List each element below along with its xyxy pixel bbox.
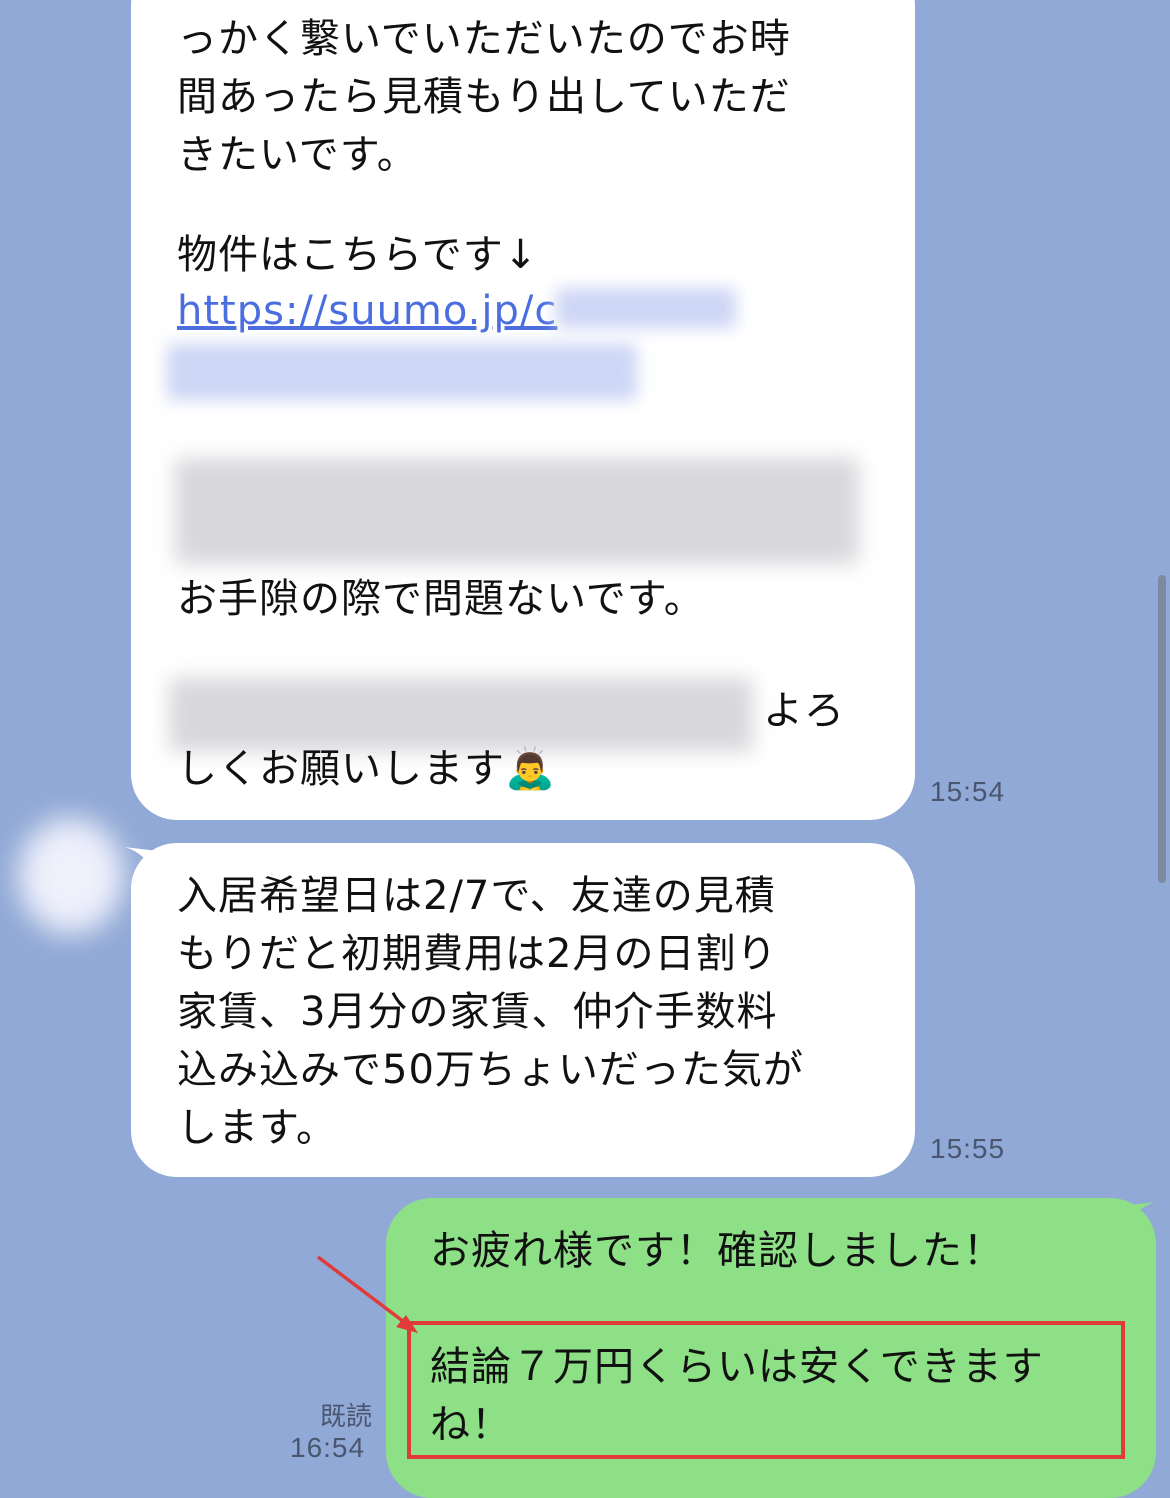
message-text-line: よろ (763, 688, 845, 734)
message-timestamp: 15:54 (930, 776, 1006, 807)
scrollbar[interactable] (1158, 575, 1166, 883)
sender-avatar[interactable] (18, 818, 124, 934)
message-text-line: 物件はこちらです↓ (177, 232, 539, 278)
message-text-line: 入居希望日は2/7で、友達の見積 (177, 873, 776, 919)
annotation-highlight-box (407, 1321, 1125, 1459)
message-text-line: っかく繋いでいただいたのでお時 (177, 16, 791, 62)
message-text-line: もりだと初期費用は2月の日割り (177, 931, 778, 977)
message-text-line: 込み込みで50万ちょいだった気が (177, 1047, 804, 1093)
redacted-link (167, 344, 637, 400)
message-timestamp: 16:54 (290, 1432, 366, 1463)
incoming-message-bubble: 入居希望日は2/7で、友達の見積 もりだと初期費用は2月の日割り 家賃、3月分の… (131, 843, 915, 1177)
redacted-link (556, 288, 736, 328)
message-text-line: お疲れ様です！確認しました！ (430, 1228, 1004, 1274)
message-text-line: きたいです。 (177, 132, 418, 178)
property-link[interactable]: https://suumo.jp/c (177, 282, 557, 340)
message-text-line: 間あったら見積もり出していただ (177, 74, 791, 120)
message-text-line: 家賃、3月分の家賃、仲介手数料 (177, 989, 778, 1035)
redacted-text-block (175, 458, 859, 564)
annotation-arrow-icon (316, 1255, 418, 1333)
message-timestamp: 15:55 (930, 1133, 1006, 1164)
message-text-line: しくお願いします🙇‍♂️ (177, 746, 556, 792)
incoming-message-bubble: っかく繋いでいただいたのでお時 間あったら見積もり出していただ きたいです。 物… (131, 0, 915, 820)
message-text-line: お手隙の際で問題ないです。 (177, 576, 705, 622)
message-text-line: します。 (177, 1105, 337, 1151)
read-receipt: 既読 (319, 1402, 372, 1432)
